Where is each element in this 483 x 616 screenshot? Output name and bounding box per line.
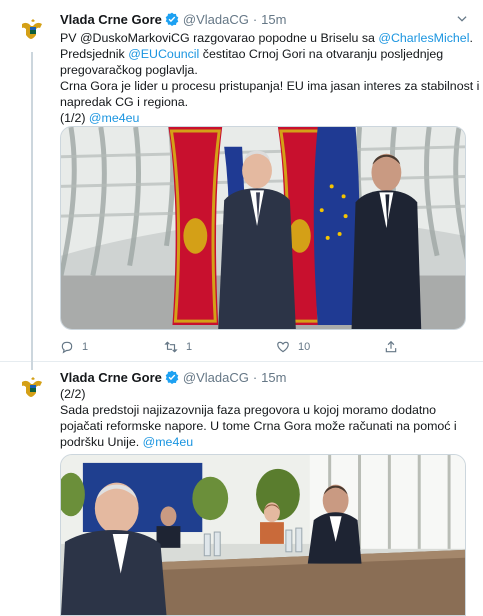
- tweet-text: PV @DuskoMarkoviCG razgovarao popodne u …: [60, 30, 479, 126]
- tweet-text-segment: PV @DuskoMarkoviCG razgovarao popodne u …: [60, 31, 379, 45]
- tweet-text-line: Crna Gora je lider u procesu pristupanja…: [60, 78, 479, 94]
- tweet-text-line: podršku Unije. @me4eu: [60, 434, 468, 450]
- separator-dot: ·: [252, 11, 258, 27]
- timestamp[interactable]: 15m: [261, 12, 286, 27]
- thread-connector: [31, 52, 33, 370]
- retweet-button[interactable]: 1: [164, 340, 192, 354]
- mention-link[interactable]: @me4eu: [143, 435, 193, 449]
- like-button[interactable]: 10: [276, 340, 310, 354]
- author-handle[interactable]: @VladaCG: [183, 370, 249, 385]
- coat-of-arms-icon: [17, 371, 49, 403]
- author-name[interactable]: Vlada Crne Gore: [60, 370, 162, 385]
- retweet-icon: [164, 341, 178, 353]
- tweet-text-segment: Sada predstoji najizazovnija faza pregov…: [60, 403, 437, 417]
- tweet-text-segment: .: [469, 31, 473, 45]
- heart-icon: [277, 341, 289, 353]
- tweet-text-line: (1/2) @me4eu: [60, 110, 468, 126]
- tweet-text-segment: (2/2): [60, 387, 86, 401]
- like-count: 10: [298, 341, 311, 353]
- verified-badge-icon: [165, 12, 179, 26]
- tweet[interactable]: Vlada Crne Gore @VladaCG · 15m PV @Dusko…: [0, 0, 483, 370]
- mention-link[interactable]: @CharlesMichel: [378, 31, 469, 45]
- verified-badge-icon: [165, 370, 179, 384]
- tweet-text-segment: Predsjednik: [60, 47, 129, 61]
- photo-leaders-with-flags: [61, 127, 465, 329]
- reply-count: 1: [82, 341, 89, 353]
- tweet-text-line: pojačati reformske napore. U tome Crna G…: [60, 418, 468, 434]
- tweet[interactable]: Vlada Crne Gore @VladaCG · 15m (2/2) Sada…: [0, 362, 483, 616]
- chevron-down-icon[interactable]: [455, 12, 469, 26]
- tweet-text-line: (2/2): [60, 386, 468, 402]
- tweet-text-segment: Crna Gora je lider u procesu pristupanja…: [60, 79, 480, 93]
- avatar[interactable]: [16, 370, 50, 404]
- tweet-photo[interactable]: [60, 126, 466, 330]
- timestamp[interactable]: 15m: [261, 370, 286, 385]
- tweet-text-line: PV @DuskoMarkoviCG razgovarao popodne u …: [60, 30, 473, 46]
- tweet-text: (2/2) Sada predstoji najizazovnija faza p…: [60, 386, 468, 450]
- tweet-text-line: pregovaračkog poglavlja.: [60, 62, 468, 78]
- author-handle[interactable]: @VladaCG: [183, 12, 249, 27]
- avatar[interactable]: [16, 12, 50, 46]
- tweet-text-segment: čestitao Crnoj Gori na otvaranju posljed…: [199, 47, 444, 61]
- tweet-text-line: napredak CG i regiona.: [60, 94, 468, 110]
- tweet-text-segment: (1/2): [60, 111, 89, 125]
- author-name[interactable]: Vlada Crne Gore: [60, 12, 162, 27]
- share-button[interactable]: [384, 340, 406, 354]
- tweet-text-line: Predsjednik @EUCouncil čestitao Crnoj Go…: [60, 46, 468, 62]
- mention-link[interactable]: @EUCouncil: [128, 47, 199, 61]
- tweet-photo[interactable]: [60, 454, 466, 616]
- tweet-text-line: Sada predstoji najizazovnija faza pregov…: [60, 402, 468, 418]
- tweet-text-segment: pregovaračkog poglavlja.: [60, 63, 198, 77]
- separator-dot: ·: [252, 369, 258, 385]
- retweet-count: 1: [186, 341, 193, 353]
- tweet-text-segment: podršku Unije.: [60, 435, 143, 449]
- share-icon: [385, 340, 397, 353]
- mention-link[interactable]: @me4eu: [89, 111, 139, 125]
- coat-of-arms-icon: [17, 13, 49, 45]
- reply-button[interactable]: 1: [60, 340, 88, 354]
- reply-icon: [61, 341, 73, 354]
- tweet-header: Vlada Crne Gore @VladaCG · 15m: [60, 368, 286, 386]
- photo-meeting-room: [61, 455, 465, 615]
- tweet-text-segment: napredak CG i regiona.: [60, 95, 189, 109]
- tweet-text-segment: pojačati reformske napore. U tome Crna G…: [60, 419, 457, 433]
- tweet-header: Vlada Crne Gore @VladaCG · 15m: [60, 10, 286, 28]
